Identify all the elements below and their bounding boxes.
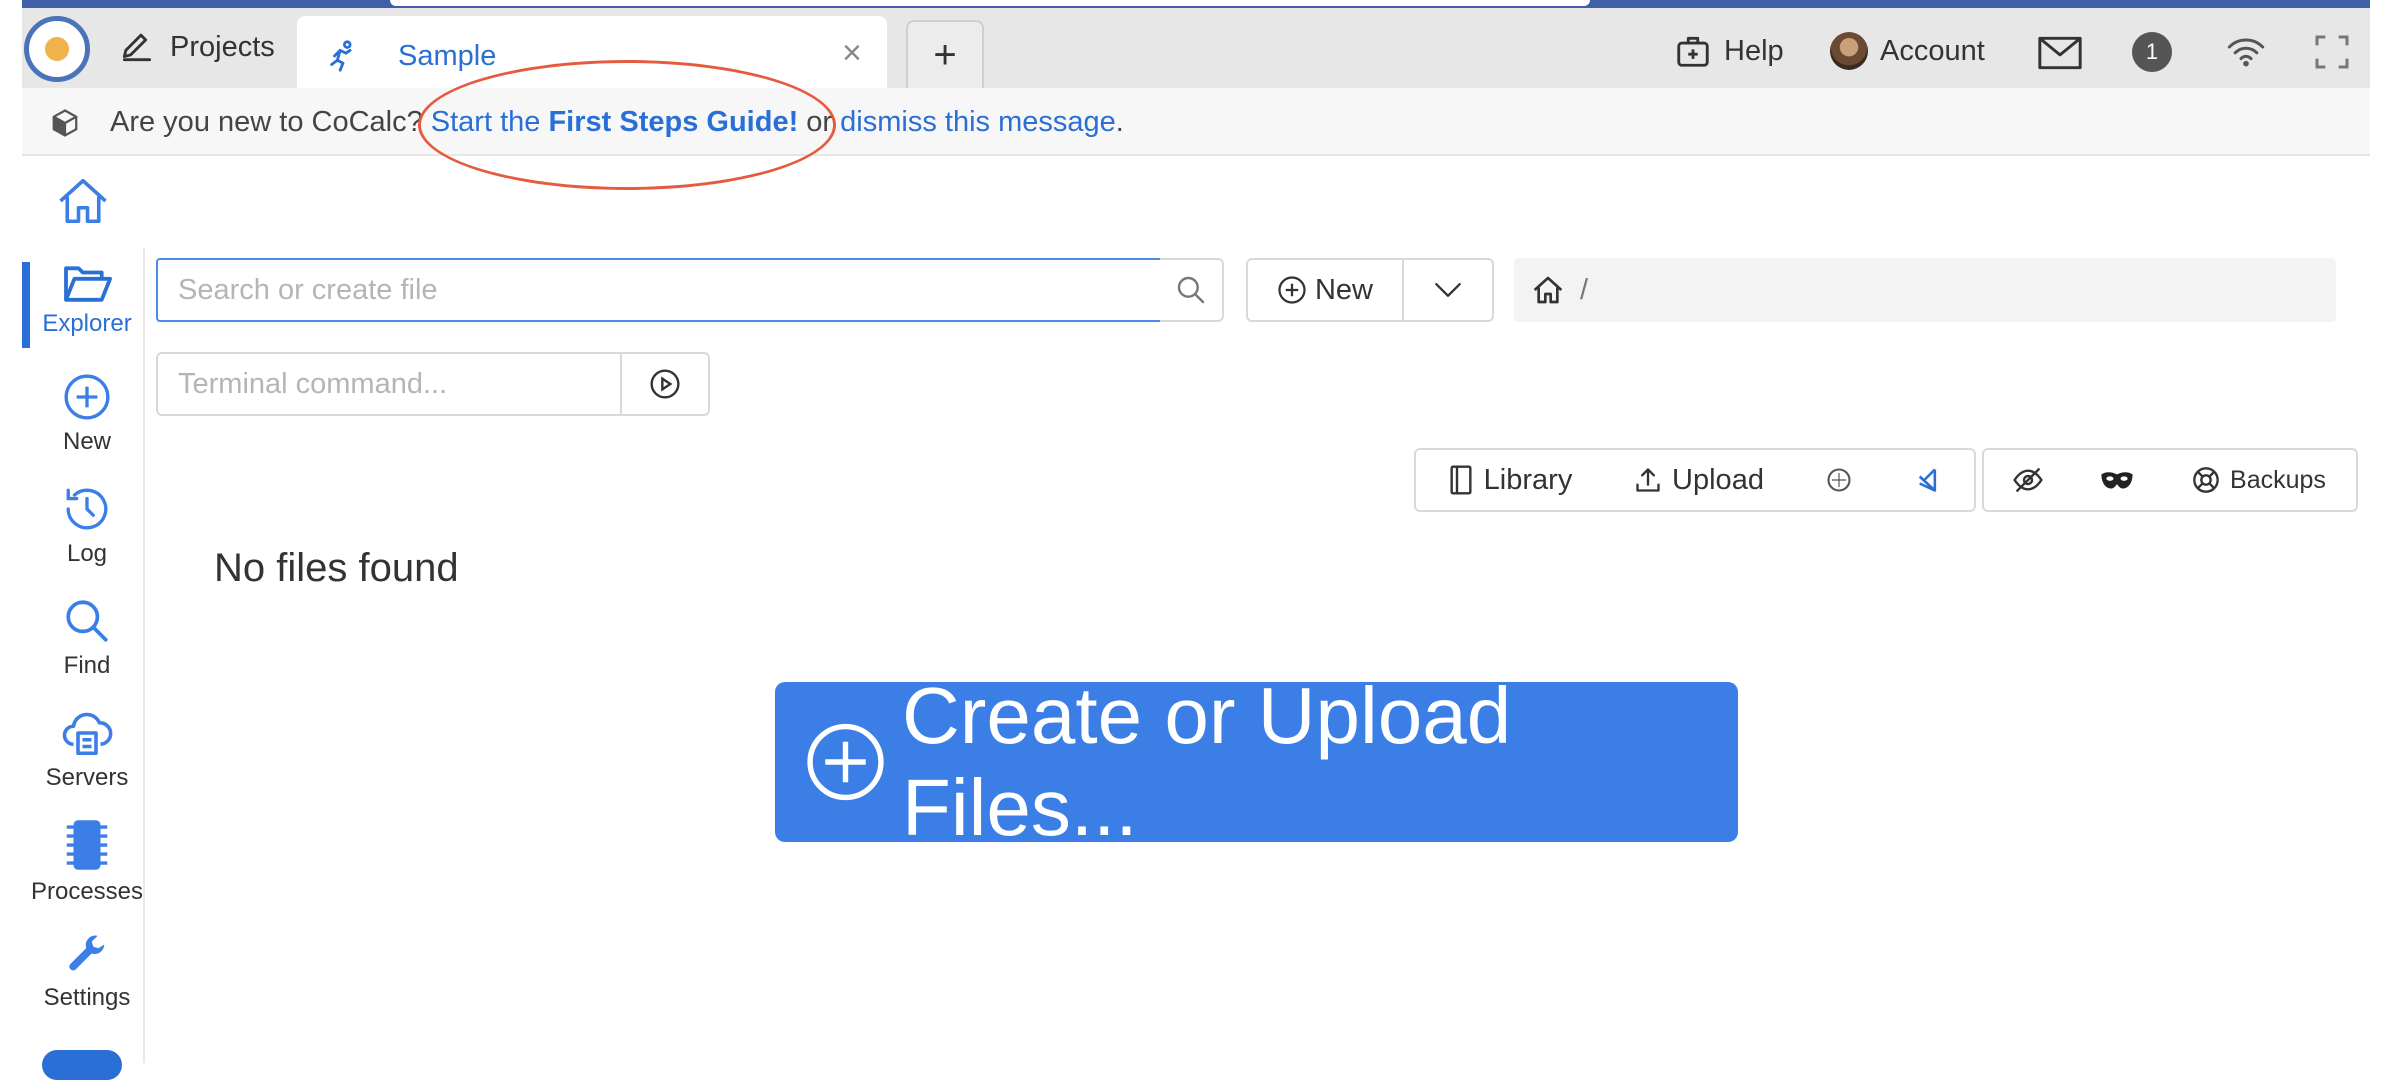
avatar: [1830, 32, 1868, 70]
folder-open-icon: [64, 266, 112, 302]
no-files-message: No files found: [214, 546, 459, 590]
sidebar-item-label: Settings: [43, 984, 131, 1011]
vscode-button[interactable]: [1884, 448, 1976, 512]
create-or-upload-button[interactable]: Create or Upload Files...: [775, 671, 1738, 852]
medkit-icon: [1677, 36, 1709, 67]
projects-label: Projects: [170, 30, 275, 63]
life-ring-icon: [2193, 467, 2219, 493]
cloud-server-icon: [62, 712, 113, 756]
create-or-upload-label: Create or Upload Files...: [902, 671, 1512, 852]
wrench-icon: [69, 935, 105, 971]
home-icon[interactable]: [56, 176, 110, 231]
new-label: New: [1314, 273, 1373, 306]
left-margin: [0, 0, 22, 1063]
library-label: Library: [1483, 463, 1573, 496]
new-file-button[interactable]: New: [1246, 258, 1404, 322]
sync-icon: [1827, 468, 1851, 492]
microchip-icon: [66, 820, 108, 870]
new-tab-button[interactable]: +: [906, 20, 984, 88]
play-circle-icon: [650, 369, 680, 399]
wifi-icon[interactable]: [2226, 36, 2266, 73]
search-button[interactable]: [1160, 258, 1224, 322]
history-icon: [66, 488, 108, 530]
home-icon[interactable]: [1532, 275, 1564, 305]
project-runner-icon: [326, 38, 360, 79]
sidebar-item-label: Explorer: [42, 310, 132, 337]
cocalc-logo[interactable]: [24, 16, 90, 82]
toggle-hidden-files-button[interactable]: [1982, 448, 2074, 512]
cube-icon: [50, 108, 80, 143]
sidebar-item-find[interactable]: Find: [26, 596, 148, 680]
right-margin: [2370, 0, 2406, 1063]
sidebar-item-label: Log: [66, 540, 108, 567]
banner-question: Are you new to CoCalc?: [110, 106, 423, 138]
mask-icon: [2101, 472, 2133, 489]
tab-sample-label: Sample: [398, 40, 497, 72]
help-label: Help: [1724, 34, 1784, 67]
eye-slash-icon: [2013, 468, 2043, 492]
sidebar-item-label: Servers: [45, 764, 129, 791]
sidebar-item-label: New: [62, 428, 111, 455]
sidebar-item-new[interactable]: New: [26, 372, 148, 456]
sidebar-item-settings[interactable]: Settings: [26, 932, 148, 1012]
upload-label: Upload: [1672, 463, 1764, 496]
upload-button[interactable]: Upload: [1604, 448, 1796, 512]
search-input[interactable]: [156, 258, 1162, 322]
account-label: Account: [1880, 34, 1985, 67]
backups-label: Backups: [2230, 465, 2326, 494]
plus-circle-icon: [807, 723, 884, 801]
new-dropdown-toggle[interactable]: [1402, 258, 1494, 322]
search-icon: [1177, 276, 1205, 304]
search-icon: [66, 600, 108, 642]
projects-nav-item[interactable]: Projects: [118, 28, 275, 66]
sidebar-item-servers[interactable]: Servers: [26, 708, 148, 792]
sync-button[interactable]: [1794, 448, 1886, 512]
path-root: /: [1580, 273, 1589, 306]
masked-files-button[interactable]: [2072, 448, 2164, 512]
sidebar-item-processes[interactable]: Processes: [26, 818, 148, 906]
library-button[interactable]: Library: [1414, 448, 1606, 512]
chevron-down-icon: [1435, 282, 1461, 297]
book-icon: [1450, 465, 1472, 495]
banner-period: .: [1115, 106, 1124, 138]
sidebar-item-log[interactable]: Log: [26, 484, 148, 568]
sidebar-item-explorer[interactable]: Explorer: [26, 262, 148, 338]
pencil-icon: [122, 33, 152, 62]
sidebar-item-label: Find: [63, 652, 111, 679]
window-top-bar: [390, 0, 1590, 6]
upload-icon: [1636, 468, 1660, 492]
plus-circle-icon: [64, 374, 110, 420]
mail-icon[interactable]: [2038, 36, 2082, 75]
dismiss-link[interactable]: dismiss this message: [840, 106, 1116, 138]
plus-icon: +: [933, 32, 957, 77]
plus-circle-icon: [1278, 276, 1306, 304]
path-breadcrumb: /: [1514, 258, 2336, 322]
highlight-annotation: [418, 60, 836, 190]
terminal-run-button[interactable]: [620, 352, 710, 416]
terminal-command-input[interactable]: [156, 352, 622, 416]
tab-close-icon[interactable]: ×: [842, 34, 862, 73]
vscode-icon: [1918, 468, 1937, 492]
sidebar-item-label: Processes: [30, 878, 144, 905]
help-nav-item[interactable]: Help: [1674, 32, 1784, 70]
notification-badge[interactable]: 1: [2132, 32, 2172, 72]
logo-sun-icon: [45, 37, 69, 61]
fullscreen-icon[interactable]: [2312, 32, 2352, 77]
backups-button[interactable]: Backups: [2162, 448, 2358, 512]
account-nav-item[interactable]: Account: [1830, 32, 1985, 70]
sidebar-toggle-switch[interactable]: [42, 1050, 122, 1080]
